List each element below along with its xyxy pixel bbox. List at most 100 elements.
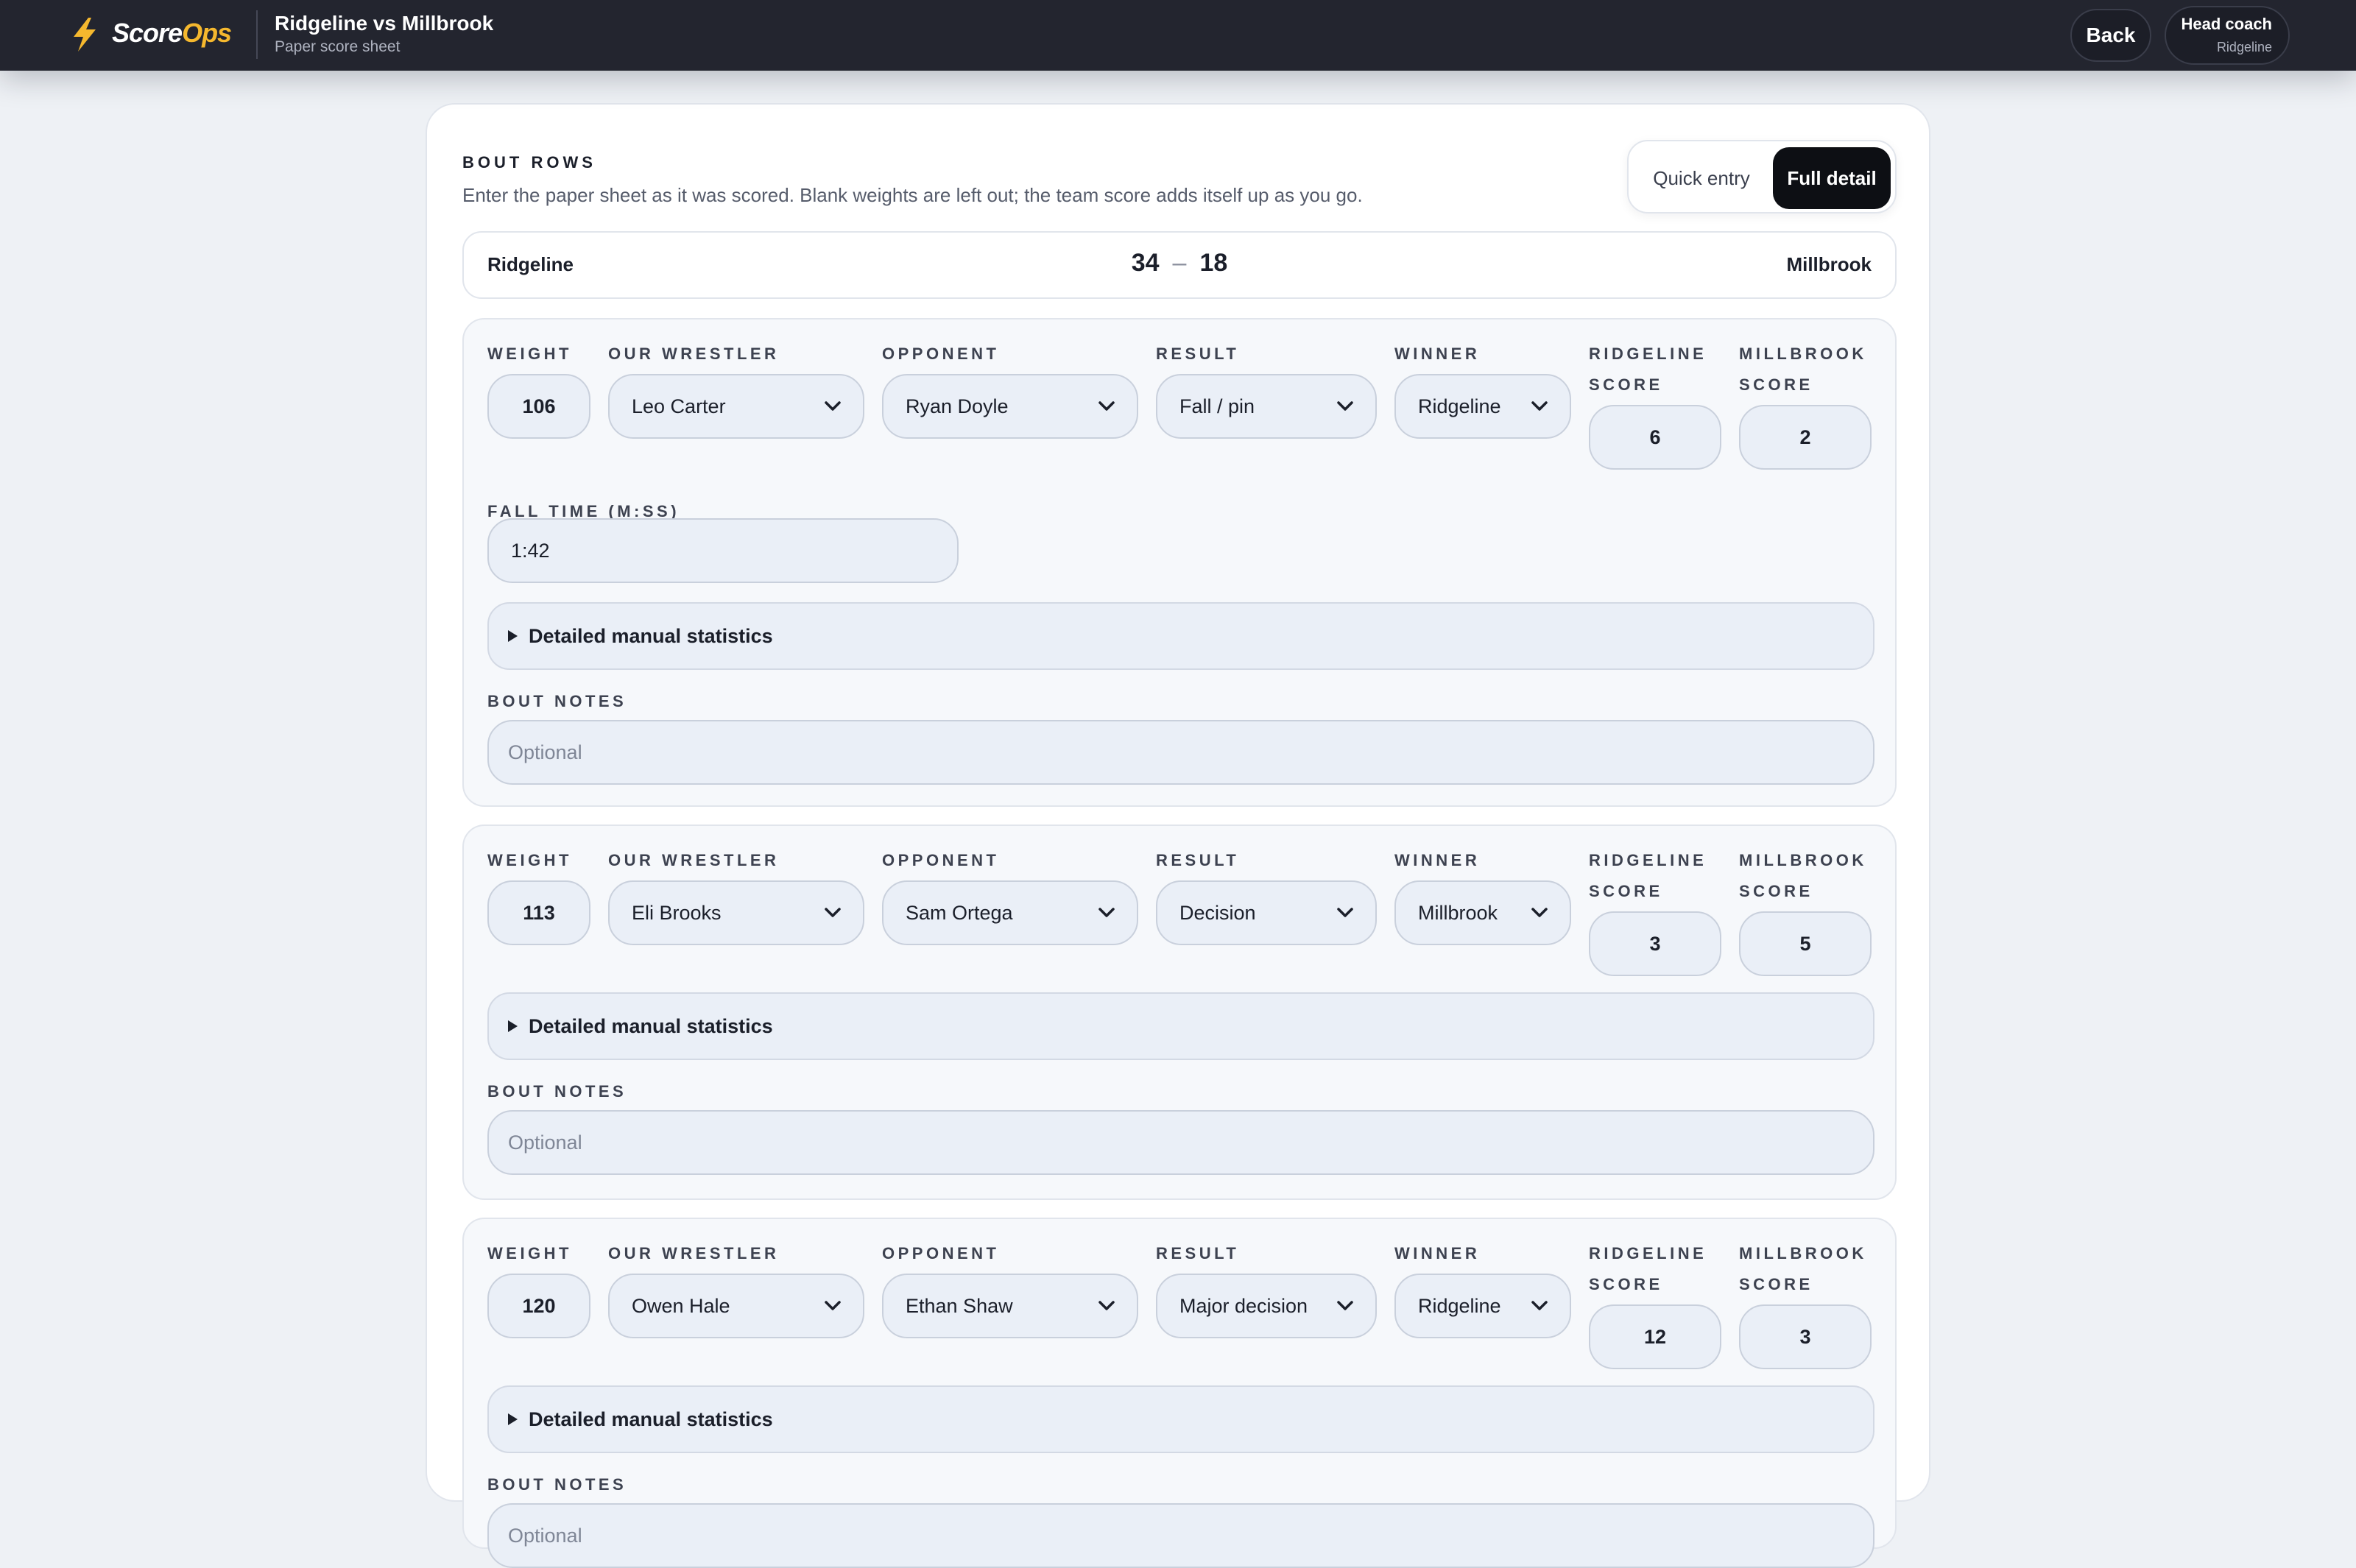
chevron-down-icon (825, 401, 841, 411)
weight-input[interactable]: 106 (487, 374, 590, 439)
chevron-down-icon (1531, 1301, 1548, 1310)
winner-label: WINNER (1394, 345, 1481, 363)
away-score-label: MILLBROOK SCORE (1739, 851, 1867, 900)
brand-main: Score (112, 18, 183, 48)
winner-select[interactable]: Ridgeline (1394, 374, 1571, 439)
triangle-right-icon (508, 630, 518, 642)
weight-input[interactable]: 120 (487, 1274, 590, 1338)
page-subtitle: Paper score sheet (275, 38, 401, 55)
detailed-stats-label: Detailed manual statistics (529, 1408, 773, 1430)
opponent-value: Ryan Doyle (906, 395, 1009, 417)
chevron-down-icon (1337, 1301, 1353, 1310)
winner-value: Ridgeline (1418, 1294, 1501, 1317)
chevron-down-icon (1098, 401, 1115, 411)
bout-notes-input[interactable]: Optional (487, 1503, 1874, 1568)
team-score: 34–18 (464, 249, 1895, 278)
result-label: RESULT (1156, 345, 1240, 363)
winner-select[interactable]: Ridgeline (1394, 1274, 1571, 1338)
result-value: Fall / pin (1179, 395, 1255, 417)
bout-row: WEIGHT OUR WRESTLER OPPONENT RESULT WINNER RI… (462, 824, 1897, 1200)
bout-notes-input[interactable]: Optional (487, 1110, 1874, 1175)
winner-label: WINNER (1394, 851, 1481, 869)
opponent-label: OPPONENT (882, 1244, 1000, 1262)
user-menu[interactable]: Head coach Ridgeline (2165, 6, 2290, 65)
chevron-down-icon (1098, 1301, 1115, 1310)
chevron-down-icon (1531, 401, 1548, 411)
page-title: Ridgeline vs Millbrook (275, 12, 494, 35)
fall-time-input[interactable]: 1:42 (487, 518, 959, 583)
brand-accent: Ops (182, 18, 232, 48)
bout-notes-label: BOUT NOTES (487, 1475, 627, 1494)
home-score-input[interactable]: 6 (1589, 405, 1721, 470)
detailed-stats-toggle[interactable]: Detailed manual statistics (487, 602, 1874, 670)
our-wrestler-select[interactable]: Owen Hale (608, 1274, 864, 1338)
detailed-stats-label: Detailed manual statistics (529, 1014, 773, 1037)
winner-select[interactable]: Millbrook (1394, 880, 1571, 945)
detailed-stats-toggle[interactable]: Detailed manual statistics (487, 1385, 1874, 1453)
back-button[interactable]: Back (2070, 9, 2151, 62)
bout-row: WEIGHT OUR WRESTLER OPPONENT RESULT WINNER RI… (462, 318, 1897, 807)
our-wrestler-select[interactable]: Leo Carter (608, 374, 864, 439)
away-team-name: Millbrook (1786, 253, 1872, 275)
result-label: RESULT (1156, 1244, 1240, 1262)
home-score-label: RIDGELINE SCORE (1589, 851, 1707, 900)
our-wrestler-label: OUR WRESTLER (608, 851, 780, 869)
detailed-stats-toggle[interactable]: Detailed manual statistics (487, 992, 1874, 1060)
chevron-down-icon (1098, 908, 1115, 917)
weight-label: WEIGHT (487, 1244, 572, 1262)
result-value: Major decision (1179, 1294, 1308, 1317)
triangle-right-icon (508, 1413, 518, 1425)
score-sheet-card: BOUT ROWS Enter the paper sheet as it wa… (426, 103, 1930, 1568)
our-wrestler-value: Eli Brooks (632, 901, 722, 924)
weight-input[interactable]: 113 (487, 880, 590, 945)
result-select[interactable]: Fall / pin (1156, 374, 1377, 439)
user-role: Head coach (2181, 15, 2273, 33)
away-score-label: MILLBROOK SCORE (1739, 1244, 1867, 1293)
weight-label: WEIGHT (487, 851, 572, 869)
brand-logo[interactable]: ScoreOps (112, 18, 232, 49)
team-scoreline: Ridgeline 34–18 Millbrook (462, 231, 1897, 299)
opponent-select[interactable]: Ryan Doyle (882, 374, 1138, 439)
opponent-value: Sam Ortega (906, 901, 1013, 924)
opponent-value: Ethan Shaw (906, 1294, 1013, 1317)
score-separator: – (1172, 249, 1187, 277)
winner-label: WINNER (1394, 1244, 1481, 1262)
bout-notes-label: BOUT NOTES (487, 1082, 627, 1101)
away-score-input[interactable]: 3 (1739, 1304, 1872, 1369)
chevron-down-icon (825, 908, 841, 917)
quick-entry-button[interactable]: Quick entry (1636, 147, 1767, 209)
title-divider (256, 10, 258, 59)
opponent-select[interactable]: Ethan Shaw (882, 1274, 1138, 1338)
triangle-right-icon (508, 1020, 518, 1032)
chevron-down-icon (1337, 401, 1353, 411)
home-score-input[interactable]: 12 (1589, 1304, 1721, 1369)
away-score-input[interactable]: 5 (1739, 911, 1872, 976)
opponent-label: OPPONENT (882, 851, 1000, 869)
bout-notes-label: BOUT NOTES (487, 692, 627, 710)
user-team: Ridgeline (2216, 40, 2272, 54)
opponent-label: OPPONENT (882, 345, 1000, 363)
home-score-label: RIDGELINE SCORE (1589, 345, 1707, 394)
our-wrestler-label: OUR WRESTLER (608, 345, 780, 363)
result-select[interactable]: Decision (1156, 880, 1377, 945)
our-wrestler-value: Leo Carter (632, 395, 726, 417)
bout-notes-input[interactable]: Optional (487, 720, 1874, 785)
chevron-down-icon (1531, 908, 1548, 917)
away-team-score: 18 (1199, 249, 1228, 277)
result-select[interactable]: Major decision (1156, 1274, 1377, 1338)
chevron-down-icon (1337, 908, 1353, 917)
top-bar: ScoreOps Ridgeline vs Millbrook Paper sc… (0, 0, 2356, 71)
opponent-select[interactable]: Sam Ortega (882, 880, 1138, 945)
home-team-score: 34 (1131, 249, 1160, 277)
full-detail-button[interactable]: Full detail (1773, 147, 1891, 209)
chevron-down-icon (825, 1301, 841, 1310)
our-wrestler-select[interactable]: Eli Brooks (608, 880, 864, 945)
winner-value: Millbrook (1418, 901, 1498, 924)
our-wrestler-label: OUR WRESTLER (608, 1244, 780, 1262)
home-score-input[interactable]: 3 (1589, 911, 1721, 976)
result-value: Decision (1179, 901, 1256, 924)
section-description: Enter the paper sheet as it was scored. … (462, 184, 1363, 206)
detailed-stats-label: Detailed manual statistics (529, 624, 773, 647)
our-wrestler-value: Owen Hale (632, 1294, 730, 1317)
away-score-input[interactable]: 2 (1739, 405, 1872, 470)
